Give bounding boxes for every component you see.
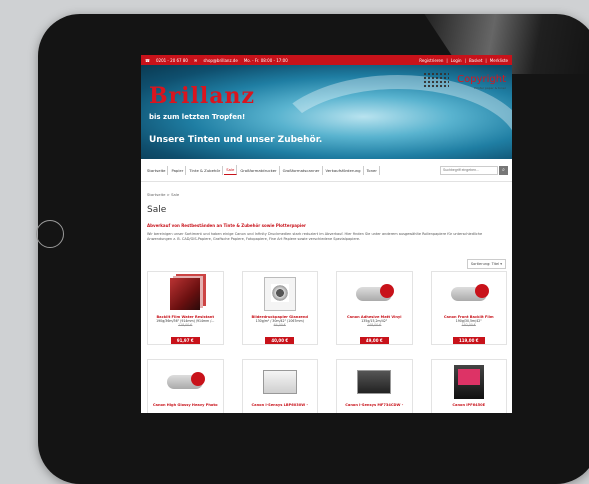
product-image[interactable] xyxy=(435,275,504,313)
banner-tagline: bis zum letzten Tropfen! xyxy=(149,113,246,121)
basket-link[interactable]: Basket xyxy=(469,58,482,63)
product-image[interactable] xyxy=(246,363,315,401)
product-price: 119,00 € xyxy=(452,337,485,344)
product-price: 91,97 € xyxy=(170,337,200,344)
nav-item-papier[interactable]: Papier xyxy=(169,165,187,175)
product-name[interactable]: Canon iPF6450E xyxy=(435,403,504,407)
sort-dropdown[interactable]: Sortierung: Titel ▾ xyxy=(466,259,506,269)
banner-headline: Unsere Tinten und unser Zubehör. xyxy=(149,135,323,145)
nav-item-startseite[interactable]: Startseite xyxy=(145,165,169,175)
banner-brand: Brillanz xyxy=(149,83,256,109)
chevron-down-icon: ▾ xyxy=(500,262,502,266)
search-input[interactable] xyxy=(440,165,498,175)
product-price: 49,00 € xyxy=(359,337,389,344)
webpage-screen: ☎ 0201 - 20 67 80 ✉ shop@brillanz.de Mo.… xyxy=(141,55,512,413)
register-link[interactable]: Registrieren xyxy=(419,58,443,63)
product-old-price: 192,00 € xyxy=(461,323,476,327)
phone-number[interactable]: 0201 - 20 67 80 xyxy=(156,58,188,63)
product-image[interactable] xyxy=(151,363,220,401)
sort-label: Sortierung: Titel xyxy=(470,262,500,266)
product-image[interactable] xyxy=(151,275,220,313)
product-grid: Backlit Film Water Resistant 190g/36m/36… xyxy=(147,271,507,413)
phone-icon: ☎ xyxy=(145,57,150,63)
sale-description: Wir bereinigen unser Sortiment und haben… xyxy=(147,232,483,241)
product-card[interactable]: Canon Front Backlit Film 190g/30,5m/42" … xyxy=(430,271,507,345)
product-image[interactable] xyxy=(435,363,504,401)
product-card[interactable]: Backlit Film Water Resistant 190g/36m/36… xyxy=(147,271,224,345)
home-button[interactable] xyxy=(36,220,64,248)
product-old-price: 148,00 € xyxy=(367,323,382,327)
product-card[interactable]: Canon Adhesive Matt Vinyl 135g/15,2m/42"… xyxy=(336,271,413,345)
logo-name: Copyright xyxy=(457,74,506,85)
nav-item-sale[interactable]: Sale xyxy=(224,165,238,175)
product-price: 40,00 € xyxy=(265,337,295,344)
product-name[interactable]: Canon i-Sensys LBP6030W - xyxy=(246,403,315,407)
logo-dots-icon xyxy=(423,71,450,88)
top-bar: ☎ 0201 - 20 67 80 ✉ shop@brillanz.de Mo.… xyxy=(141,55,512,65)
product-old-price: 64,00 € xyxy=(273,323,286,327)
search-icon[interactable]: ⌕ xyxy=(499,165,508,175)
site-logo[interactable]: Copyright Printer paper & toner xyxy=(423,69,506,90)
wishlist-link[interactable]: Merkliste xyxy=(490,58,508,63)
mail-icon: ✉ xyxy=(193,57,198,63)
nav-item-toner[interactable]: Toner xyxy=(365,165,380,175)
search-box: ⌕ xyxy=(440,165,508,175)
product-card[interactable]: Canon i-Sensys MF734CDW - xyxy=(336,359,413,413)
nav-item-grossformatscanner[interactable]: Großformatscanner xyxy=(281,165,323,175)
hero-banner[interactable]: Brillanz bis zum letzten Tropfen! Unsere… xyxy=(141,65,512,159)
product-name[interactable]: Canon High Glossy Heavy Photo xyxy=(151,403,220,407)
sale-subheading: Abverkauf von Restbeständen an Tinte & Z… xyxy=(147,223,306,228)
email-link[interactable]: shop@brillanz.de xyxy=(203,58,237,63)
product-old-price: 118,00 € xyxy=(178,323,193,327)
product-card[interactable]: Canon iPF6450E xyxy=(430,359,507,413)
product-image[interactable] xyxy=(340,275,409,313)
product-card[interactable]: Bilderdruckpapier Glanzend 130g/m² / 30m… xyxy=(241,271,318,345)
product-image[interactable] xyxy=(246,275,315,313)
breadcrumb[interactable]: Startseite > Sale xyxy=(141,182,512,197)
page-title: Sale xyxy=(147,205,167,215)
product-card[interactable]: Canon High Glossy Heavy Photo xyxy=(147,359,224,413)
main-nav: Startseite Papier Tinte & Zubehör Sale G… xyxy=(141,159,512,182)
product-name[interactable]: Canon i-Sensys MF734CDW - xyxy=(340,403,409,407)
login-link[interactable]: Login xyxy=(451,58,462,63)
opening-hours: Mo. - Fr. 08:00 - 17:00 xyxy=(243,57,288,63)
product-card[interactable]: Canon i-Sensys LBP6030W - xyxy=(241,359,318,413)
product-image[interactable] xyxy=(340,363,409,401)
nav-item-tinte[interactable]: Tinte & Zubehör xyxy=(187,165,224,175)
nav-item-verkaufsfoerderung[interactable]: Verkaufsförderung xyxy=(324,165,364,175)
nav-item-grossformatdrucker[interactable]: Großformatdrucker xyxy=(238,165,280,175)
